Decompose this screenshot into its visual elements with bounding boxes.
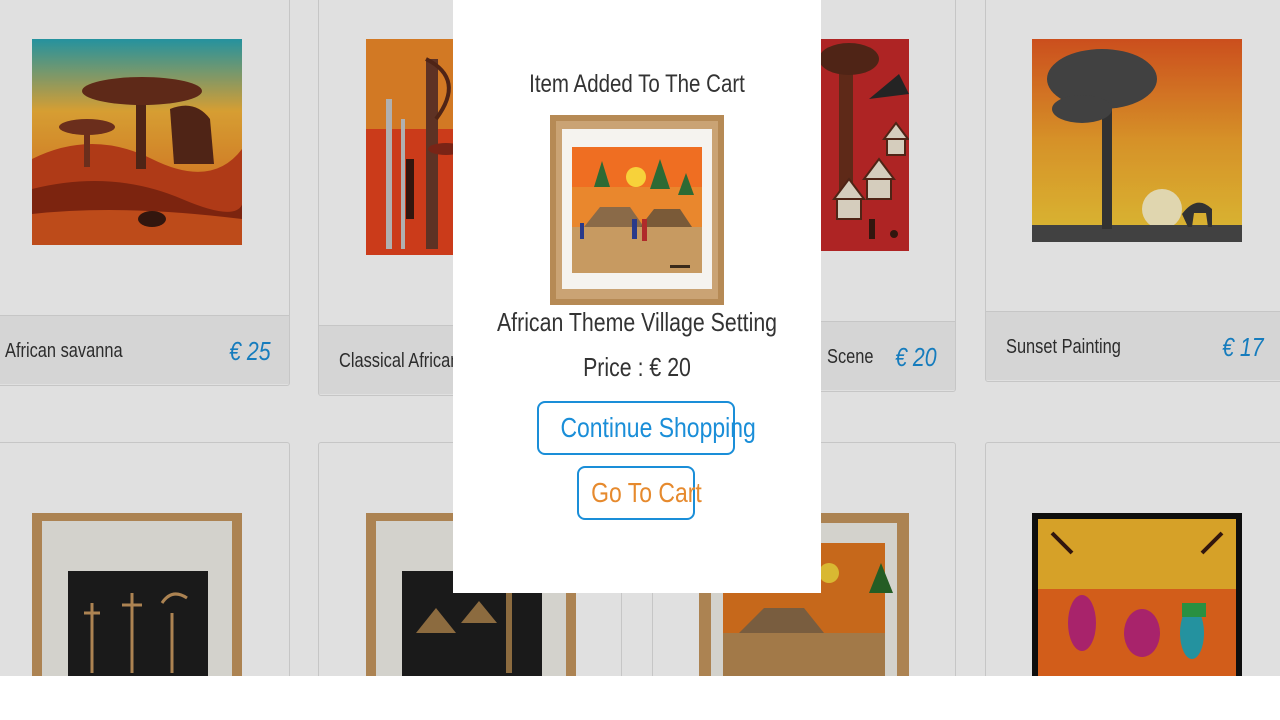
modal-product-price: Price : € 20 (583, 352, 691, 382)
product-grid-page: African savanna € 25 Classical African S… (0, 0, 1280, 676)
continue-shopping-label: Continue Shopping (560, 412, 756, 443)
go-to-cart-button[interactable]: Go To Cart (577, 466, 702, 520)
modal-title: Item Added To The Cart (529, 70, 745, 98)
added-to-cart-modal: Item Added To The Cart African Theme Vil… (453, 0, 821, 593)
modal-product-name: African Theme Village Setting (496, 307, 778, 337)
modal-product-image (550, 115, 724, 305)
continue-shopping-button[interactable]: Continue Shopping (537, 401, 756, 455)
go-to-cart-label: Go To Cart (591, 477, 702, 508)
